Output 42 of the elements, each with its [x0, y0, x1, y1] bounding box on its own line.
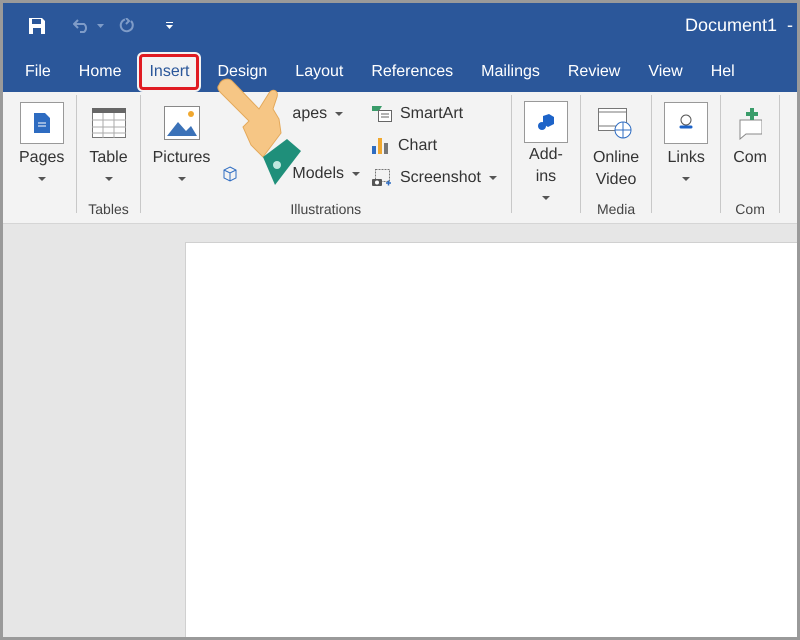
ribbon-tab[interactable]: Layout — [283, 52, 356, 92]
redo-icon[interactable] — [118, 18, 134, 34]
ribbon-button[interactable]: Online Video — [584, 95, 648, 201]
ribbon-tab[interactable]: View — [636, 52, 695, 92]
ribbon-tab[interactable]: File — [13, 52, 63, 92]
ribbon-small-button[interactable]: apes — [222, 99, 360, 129]
ribbon-button[interactable]: Com — [725, 95, 775, 201]
caret-icon[interactable] — [97, 24, 104, 28]
ribbon-button[interactable]: Add- ins — [516, 95, 576, 201]
ribbon-button[interactable]: Links — [656, 95, 716, 201]
customize-menu-icon[interactable] — [166, 22, 173, 29]
ribbon-small-button[interactable]: Screenshot — [372, 163, 497, 193]
ribbon-button[interactable]: Pages — [11, 95, 72, 201]
comment-plus-icon — [738, 106, 762, 140]
group-label: Media — [596, 201, 636, 217]
ribbon-tab[interactable]: References — [359, 52, 466, 92]
save-icon[interactable] — [29, 18, 45, 34]
ribbon-small-button[interactable]: SmartArt — [372, 99, 497, 129]
group-label: Tables — [88, 201, 129, 217]
ribbon-tab[interactable]: Mailings — [469, 52, 552, 92]
table-icon — [92, 108, 126, 138]
add-in-icon — [524, 100, 568, 142]
window-title: Document1 - — [684, 14, 793, 37]
bar-chart-icon — [372, 138, 390, 154]
smartart-icon — [372, 106, 392, 122]
ribbon-tab[interactable]: Home — [66, 52, 134, 92]
ribbon-button[interactable]: Pictures — [144, 95, 218, 201]
ribbon-small-button[interactable]: Chart — [372, 131, 497, 161]
ribbon-tab[interactable]: Review — [556, 52, 632, 92]
ribbon-tab[interactable]: Hel — [698, 52, 747, 92]
link-icon — [664, 102, 708, 144]
video-globe-icon — [598, 106, 634, 140]
picture-icon — [164, 106, 200, 140]
group-label: Illustrations — [290, 201, 362, 217]
ribbon-tab[interactable]: Insert — [137, 52, 202, 92]
ribbon-button[interactable]: Table — [81, 95, 136, 201]
screenshot-icon — [372, 169, 392, 187]
cube-icon — [222, 166, 238, 182]
ribbon-tab[interactable]: Design — [205, 52, 280, 92]
group-label: Com — [735, 201, 765, 217]
ribbon-small-button[interactable]: Models — [222, 159, 360, 189]
page-icon — [20, 102, 64, 144]
